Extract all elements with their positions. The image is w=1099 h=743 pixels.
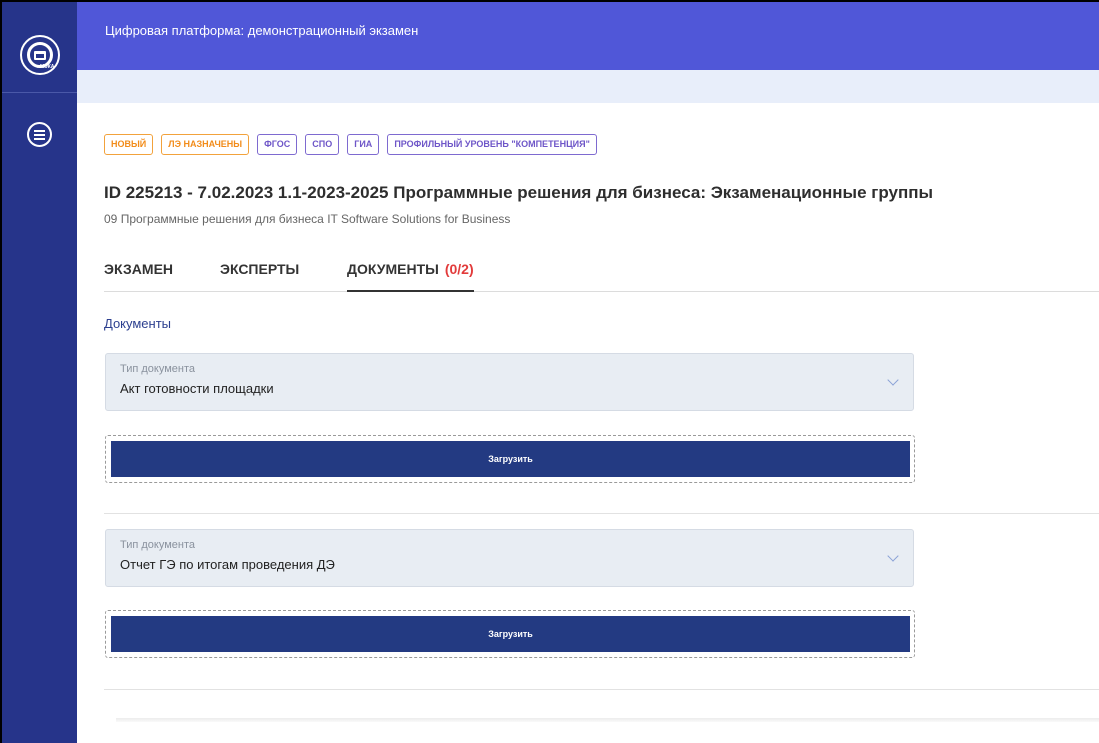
document-type-select-2[interactable]: Тип документа Отчет ГЭ по итогам проведе… bbox=[105, 529, 914, 587]
sidebar: МЭКА bbox=[2, 2, 77, 743]
document-type-value: Акт готовности площадки bbox=[120, 381, 274, 396]
section-divider bbox=[104, 513, 1099, 514]
tag-gia: ГИА bbox=[347, 134, 380, 155]
tag-new: НОВЫЙ bbox=[104, 134, 154, 155]
logo-text: МЭКА bbox=[40, 64, 55, 70]
tab-documents-label: ДОКУМЕНТЫ bbox=[347, 261, 439, 277]
subheader-bar bbox=[77, 70, 1099, 103]
upload-button-2[interactable]: Загрузить bbox=[111, 616, 910, 652]
app-title: Цифровая платформа: демонстрационный экз… bbox=[105, 23, 419, 38]
document-type-label: Тип документа bbox=[120, 363, 196, 375]
upload-button-1[interactable]: Загрузить bbox=[111, 441, 910, 477]
tab-experts-label: ЭКСПЕРТЫ bbox=[220, 261, 300, 277]
chevron-down-icon bbox=[887, 550, 899, 562]
tab-documents[interactable]: ДОКУМЕНТЫ (0/2) bbox=[347, 261, 474, 292]
card-shadow bbox=[116, 718, 1099, 722]
sidebar-divider bbox=[2, 92, 77, 93]
tab-documents-count: (0/2) bbox=[444, 261, 474, 277]
section-divider bbox=[104, 689, 1099, 690]
tab-bar: ЭКЗАМЕН ЭКСПЕРТЫ ДОКУМЕНТЫ (0/2) bbox=[104, 261, 1099, 292]
document-type-select-1[interactable]: Тип документа Акт готовности площадки bbox=[105, 353, 914, 411]
page-title: ID 225213 - 7.02.2023 1.1-2023-2025 Прог… bbox=[104, 183, 934, 202]
tab-exam[interactable]: ЭКЗАМЕН bbox=[104, 261, 173, 292]
logo-icon[interactable]: МЭКА bbox=[20, 35, 60, 75]
tag-le-assigned: ЛЭ НАЗНАЧЕНЫ bbox=[161, 134, 250, 155]
tab-experts[interactable]: ЭКСПЕРТЫ bbox=[220, 261, 299, 292]
menu-list-icon[interactable] bbox=[27, 122, 52, 147]
page-subtitle: 09 Программные решения для бизнеса IT So… bbox=[104, 212, 510, 226]
tab-exam-label: ЭКЗАМЕН bbox=[104, 261, 174, 277]
header-bar: Цифровая платформа: демонстрационный экз… bbox=[77, 2, 1099, 70]
documents-section-link[interactable]: Документы bbox=[104, 316, 171, 331]
subtitle-en: IT Software Solutions for Business bbox=[327, 212, 511, 226]
subtitle-code: 09 bbox=[104, 212, 118, 226]
tag-profile-level: ПРОФИЛЬНЫЙ УРОВЕНЬ "КОМПЕТЕНЦИЯ" bbox=[387, 134, 597, 155]
subtitle-name: Программные решения для бизнеса bbox=[120, 212, 324, 226]
tag-spo: СПО bbox=[305, 134, 340, 155]
upload-dropzone-1[interactable]: Загрузить bbox=[105, 435, 915, 483]
status-tags: НОВЫЙ ЛЭ НАЗНАЧЕНЫ ФГОС СПО ГИА ПРОФИЛЬН… bbox=[104, 134, 597, 155]
tag-fgos: ФГОС bbox=[257, 134, 298, 155]
upload-dropzone-2[interactable]: Загрузить bbox=[105, 610, 915, 658]
chevron-down-icon bbox=[887, 374, 899, 386]
document-type-label: Тип документа bbox=[120, 539, 196, 551]
document-type-value: Отчет ГЭ по итогам проведения ДЭ bbox=[120, 557, 335, 572]
